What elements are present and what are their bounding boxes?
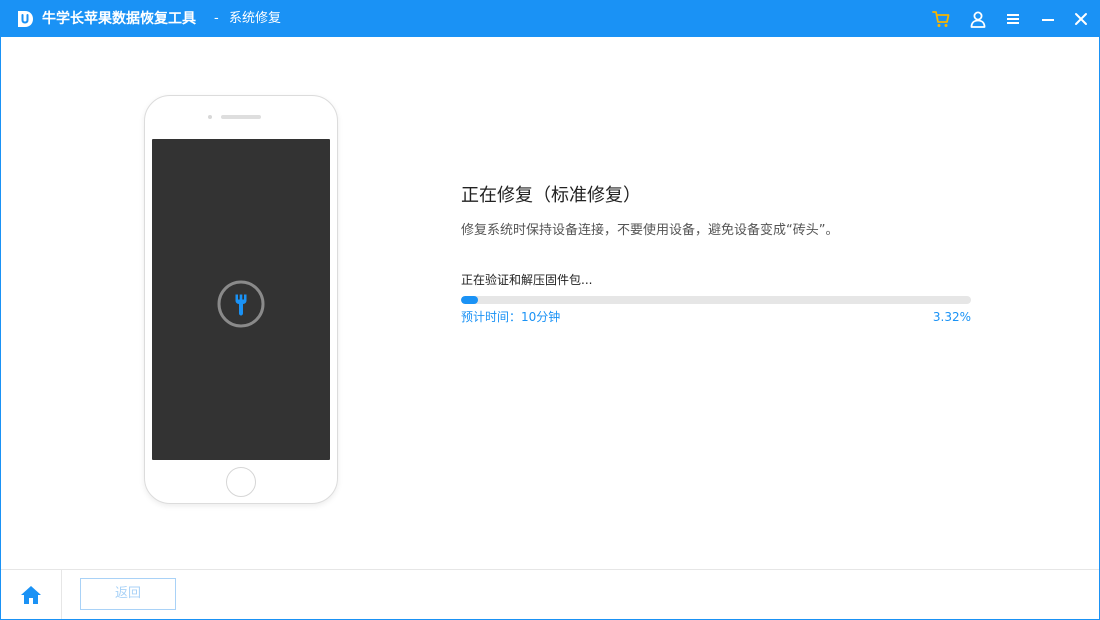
cart-icon[interactable] <box>931 9 951 29</box>
minimize-icon[interactable] <box>1038 9 1058 29</box>
bottom-vertical-divider <box>61 570 62 619</box>
estimated-time: 预计时间：10分钟 <box>461 310 561 324</box>
phone-camera <box>208 115 212 119</box>
user-icon[interactable] <box>968 9 988 29</box>
title-separator: - <box>214 11 219 26</box>
bottom-divider <box>1 569 1099 570</box>
progress-status: 正在验证和解压固件包... <box>461 273 593 287</box>
app-title: 牛学长苹果数据恢复工具 <box>42 11 196 27</box>
progress-fill <box>461 296 478 304</box>
section-title: 系统修复 <box>229 11 282 26</box>
phone-home-button <box>226 467 256 497</box>
repair-description: 修复系统时保持设备连接，不要使用设备，避免设备变成“砖头”。 <box>461 223 839 238</box>
progress-percent: 3.32% <box>932 310 971 324</box>
title-bar: 牛学长苹果数据恢复工具 - 系统修复 <box>0 0 1100 37</box>
menu-icon[interactable] <box>1003 9 1023 29</box>
repair-title: 正在修复（标准修复） <box>461 185 641 206</box>
phone-speaker <box>221 115 261 119</box>
home-icon[interactable] <box>20 585 42 605</box>
app-logo-icon <box>18 11 33 27</box>
back-button[interactable]: 返回 <box>80 578 176 610</box>
progress-bar <box>461 296 971 304</box>
close-icon[interactable] <box>1071 9 1091 29</box>
wrench-icon <box>217 280 265 328</box>
